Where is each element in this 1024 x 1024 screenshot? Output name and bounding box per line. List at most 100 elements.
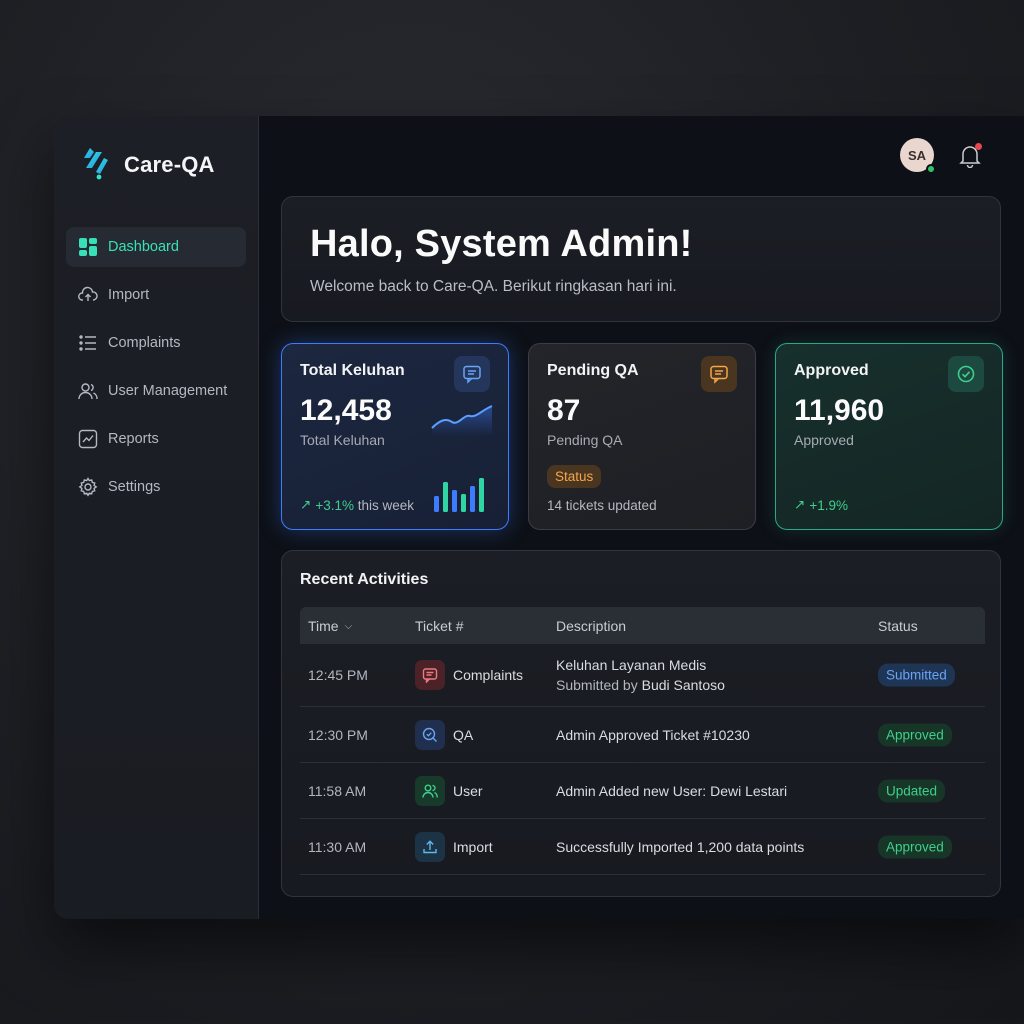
online-status-dot [926,164,936,174]
card-subtitle: Approved [794,432,854,448]
check-circle-icon [948,356,984,392]
ticket-label: Import [453,838,493,855]
message-square-icon [415,660,445,690]
list-icon [78,333,98,353]
notification-button[interactable] [959,143,982,169]
status-badge[interactable]: Status [547,465,602,488]
trend-up-icon: ↗ [300,497,312,512]
sidebar-item-import[interactable]: Import [66,275,246,315]
cloud-upload-icon [78,285,98,305]
row-time: 11:30 AM [308,838,367,855]
sidebar-item-reports[interactable]: Reports [66,419,246,459]
description-meta: Submitted by Budi Santoso [556,677,725,693]
ticket-label: Complaints [453,667,524,683]
meta-name: Budi Santoso [641,677,725,693]
sidebar-item-label: User Management [108,383,228,399]
status-badge: Approved [878,835,952,858]
trend-value: +3.1% [315,497,354,513]
card-trend: ↗ +1.9% [794,497,848,513]
avatar[interactable]: SA [900,138,936,174]
users-icon [78,381,98,401]
brand-name: Care-QA [124,151,215,177]
stat-card-approved[interactable]: Approved 11,960 Approved ↗ +1.9% [775,343,1003,530]
welcome-subtitle: Welcome back to Care-QA. Berikut ringkas… [310,278,677,295]
recent-activities-panel: Recent Activities Time ⌵ Ticket # Descri… [281,550,1001,897]
column-time[interactable]: Time ⌵ [308,618,352,634]
row-description: Successfully Imported 1,200 data points [556,838,805,855]
sidebar-item-complaints[interactable]: Complaints [66,323,246,363]
row-description: Admin Approved Ticket #10230 [556,726,750,743]
table-row[interactable]: 11:30 AM Import Successfully Imported 1,… [300,819,985,875]
main-content: SA Halo, System Admin! Welcome back to C… [259,116,1024,919]
card-value: 11,960 [794,394,885,427]
row-status: Submitted [878,663,955,687]
table-header: Time ⌵ Ticket # Description Status [300,607,985,644]
ticket-label: QA [453,726,474,743]
section-title: Recent Activities [300,571,429,588]
row-description: Admin Added new User: Dewi Lestari [556,782,788,799]
card-footnote: 14 tickets updated [547,498,657,513]
chevron-down-icon: ⌵ [344,620,353,632]
sidebar-nav: Dashboard Import Complaints User Managem… [66,227,246,515]
trend-suffix: this week [353,497,414,513]
avatar-initials: SA [907,147,927,163]
sidebar-item-label: Complaints [108,335,181,351]
trend-value: +1.9% [809,497,848,513]
sidebar-item-user-management[interactable]: User Management [66,371,246,411]
row-time: 12:45 PM [308,667,368,683]
message-icon [701,356,737,392]
notification-dot [975,143,982,150]
table-row[interactable]: 11:58 AM User Admin Added new User: Dewi… [300,763,985,819]
ticket-label: User [453,782,483,799]
mini-bar-chart [434,478,484,512]
row-status: Updated [878,779,946,802]
stat-card-pending-qa[interactable]: Pending QA 87 Pending QA Status 14 ticke… [528,343,756,530]
sidebar-item-settings[interactable]: Settings [66,467,246,507]
sidebar-item-label: Settings [108,479,161,495]
status-badge: Updated [878,779,946,802]
bell-icon [959,146,981,172]
row-status: Approved [878,835,952,858]
activities-table: Time ⌵ Ticket # Description Status 12:45… [300,607,985,875]
trend-up-icon: ↗ [794,497,806,512]
users-icon [415,775,445,806]
upload-icon [415,831,445,862]
row-status: Approved [878,723,952,746]
stat-card-total-keluhan[interactable]: Total Keluhan 12,458 Total Keluhan ↗ +3.… [281,343,509,530]
logo-icon [82,144,116,185]
table-row[interactable]: 12:45 PM Complaints Keluhan Layanan Medi… [300,644,985,707]
row-ticket: QA [415,719,474,750]
sidebar-item-dashboard[interactable]: Dashboard [66,227,246,267]
row-ticket: User [415,775,483,806]
column-ticket: Ticket # [415,618,464,634]
page-title: Halo, System Admin! [310,223,693,265]
meta-prefix: Submitted by [556,677,642,693]
row-ticket: Complaints [415,660,523,690]
row-ticket: Import [415,831,493,862]
sidebar-item-label: Reports [108,431,159,447]
sidebar-item-label: Import [108,287,150,303]
column-description: Description [556,618,627,634]
search-check-icon [415,719,445,750]
status-badge: Approved [878,723,952,746]
sidebar-item-label: Dashboard [108,239,179,255]
grid-icon [78,237,98,257]
brand[interactable]: Care-QA [82,144,215,185]
card-value: 87 [547,394,581,427]
status-badge: Submitted [878,663,955,687]
column-label: Time [308,618,339,634]
chat-icon [454,356,490,392]
sidebar: Care-QA Dashboard Import Complaints User… [54,116,259,919]
row-time: 11:58 AM [308,782,367,799]
card-trend: ↗ +3.1% this week [300,497,414,513]
app-window: Care-QA Dashboard Import Complaints User… [54,116,1024,919]
sparkline-chart [431,405,493,436]
gear-icon [78,477,98,497]
row-time: 12:30 PM [308,726,368,743]
chart-icon [78,429,98,449]
column-status: Status [878,618,918,634]
card-subtitle: Pending QA [547,432,623,448]
table-row[interactable]: 12:30 PM QA Admin Approved Ticket #10230… [300,707,985,763]
description-text: Keluhan Layanan Medis [556,657,707,673]
row-description: Keluhan Layanan Medis Submitted by Budi … [556,657,725,693]
